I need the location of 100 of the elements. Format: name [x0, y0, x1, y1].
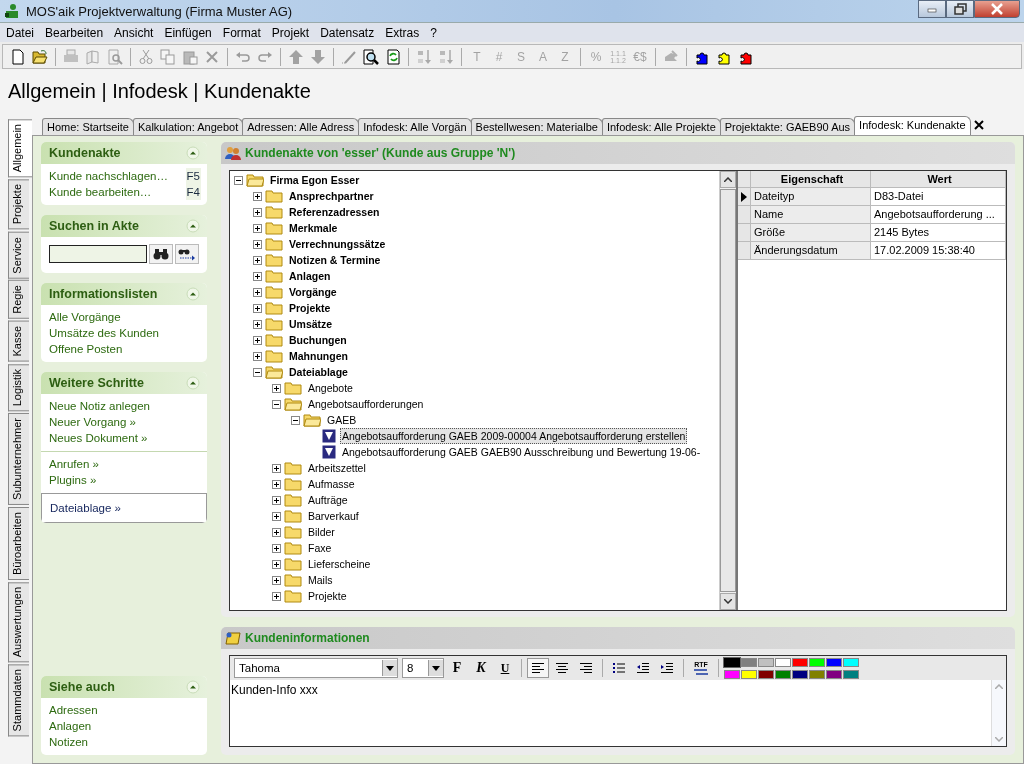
tree-item[interactable]: Aufträge — [306, 492, 350, 508]
tree-item[interactable]: Verrechnungssätze — [287, 236, 388, 252]
tree-item[interactable]: Arbeitszettel — [306, 460, 368, 476]
tree-item[interactable]: Merkmale — [287, 220, 340, 236]
tree-item[interactable]: Projekte — [306, 588, 349, 604]
document-tab[interactable]: Kalkulation: Angebot — [132, 118, 244, 135]
side-tab[interactable]: Projekte — [8, 179, 29, 230]
expander-icon[interactable] — [253, 207, 262, 217]
side-tab[interactable]: Regie — [8, 280, 29, 320]
expander-icon[interactable] — [253, 367, 262, 377]
expander-icon[interactable] — [291, 415, 300, 425]
expander-icon[interactable] — [272, 575, 281, 585]
font-select[interactable]: Tahoma — [234, 658, 398, 678]
menu-item[interactable]: Einfügen — [158, 25, 217, 40]
format-button[interactable]: U — [494, 658, 516, 678]
document-tab[interactable]: Projektakte: GAEB90 Aus — [719, 118, 856, 135]
sidebar-link[interactable]: Notizen — [49, 734, 88, 750]
menu-item[interactable]: Format — [216, 25, 266, 40]
expander-icon[interactable] — [272, 399, 281, 409]
search-button[interactable] — [149, 244, 173, 264]
expander-icon[interactable] — [253, 223, 262, 233]
tree-item[interactable]: GAEB — [325, 412, 359, 428]
expander-icon[interactable] — [272, 559, 281, 569]
sidebar-link[interactable]: Neue Notiz anlegen — [49, 398, 150, 414]
color-swatch[interactable] — [741, 657, 757, 667]
sidebar-link[interactable]: Anrufen » — [49, 456, 99, 472]
expander-icon[interactable] — [253, 255, 262, 265]
tree-item[interactable]: Notizen & Termine — [287, 252, 383, 268]
menu-item[interactable]: Extras — [379, 25, 425, 40]
tree-item[interactable]: Mahnungen — [287, 348, 350, 364]
row-header[interactable] — [738, 188, 751, 205]
color-swatch[interactable] — [792, 669, 808, 679]
format-button[interactable]: F — [446, 658, 468, 678]
tree-item[interactable]: Buchungen — [287, 332, 349, 348]
tree-item[interactable]: Bilder — [306, 524, 337, 540]
expander-icon[interactable] — [253, 303, 262, 313]
side-tab[interactable]: Logistik — [8, 363, 29, 411]
tree-item[interactable]: Dateiablage — [287, 364, 350, 380]
tree-item[interactable]: Ansprechpartner — [287, 188, 376, 204]
minimize-button[interactable] — [918, 0, 946, 18]
document-tab[interactable]: Infodesk: Kundenakte — [854, 116, 971, 135]
sidebar-link[interactable]: Neuer Vorgang » — [49, 414, 136, 430]
side-tab[interactable]: Allgemein — [8, 119, 32, 178]
tree-item[interactable]: Aufmasse — [306, 476, 357, 492]
sidebar-link[interactable]: Dateiablage » — [50, 500, 121, 516]
search-next-button[interactable] — [175, 244, 199, 264]
color-swatch[interactable] — [758, 669, 774, 679]
expander-icon[interactable] — [253, 335, 262, 345]
sidebar-link[interactable]: Offene Posten — [49, 341, 123, 357]
color-swatch[interactable] — [843, 657, 859, 667]
color-swatch[interactable] — [843, 669, 859, 679]
tree-item[interactable]: Angebote — [306, 380, 355, 396]
color-swatch[interactable] — [792, 657, 808, 667]
color-swatch[interactable] — [826, 669, 842, 679]
document-tab[interactable]: Home: Startseite — [42, 118, 134, 135]
side-tab[interactable]: Subunternehmer — [8, 413, 29, 505]
expander-icon[interactable] — [253, 239, 262, 249]
sidebar-link[interactable]: Adressen — [49, 702, 98, 718]
side-tab[interactable]: Stammdaten — [8, 664, 29, 737]
expander-icon[interactable] — [253, 319, 262, 329]
column-header[interactable]: Wert — [871, 171, 1006, 187]
color-swatch[interactable] — [826, 657, 842, 667]
tree-item[interactable]: Vorgänge — [287, 284, 339, 300]
color-swatch[interactable] — [775, 669, 791, 679]
sidebar-link[interactable]: Neues Dokument » — [49, 430, 148, 446]
collapse-icon[interactable] — [186, 146, 200, 160]
expander-icon[interactable] — [234, 175, 243, 185]
size-select[interactable]: 8 — [402, 658, 444, 678]
maximize-button[interactable] — [946, 0, 974, 18]
align-button[interactable] — [527, 658, 549, 678]
expander-icon[interactable] — [253, 351, 262, 361]
expander-icon[interactable] — [272, 543, 281, 553]
expander-icon[interactable] — [272, 527, 281, 537]
scroll-up-button[interactable] — [720, 171, 736, 188]
menu-item[interactable]: Datei — [0, 25, 39, 40]
collapse-icon[interactable] — [186, 219, 200, 233]
sidebar-link[interactable]: Umsätze des Kunden — [49, 325, 159, 341]
color-swatch[interactable] — [809, 669, 825, 679]
sidebar-link[interactable]: Alle Vorgänge — [49, 309, 121, 325]
tree-item[interactable]: Firma Egon Esser — [268, 172, 362, 188]
tree-item[interactable]: Lieferscheine — [306, 556, 373, 572]
column-header[interactable]: Eigenschaft — [751, 171, 871, 187]
tree-item[interactable]: Barverkauf — [306, 508, 361, 524]
menu-item[interactable]: Datensatz — [314, 25, 380, 40]
expander-icon[interactable] — [272, 495, 281, 505]
document-tab[interactable]: Bestellwesen: Materialbe — [470, 118, 603, 135]
sidebar-link[interactable]: Kunde bearbeiten… — [49, 184, 152, 200]
document-tab[interactable]: Infodesk: Alle Vorgän — [358, 118, 472, 135]
scroll-down-button[interactable] — [720, 593, 736, 610]
color-swatch[interactable] — [775, 657, 791, 667]
document-tab[interactable]: Infodesk: Alle Projekte — [601, 118, 721, 135]
sidebar-link[interactable]: Kunde nachschlagen… — [49, 168, 168, 184]
close-button[interactable] — [974, 0, 1020, 18]
collapse-icon[interactable] — [186, 680, 200, 694]
tree-item[interactable]: Faxe — [306, 540, 334, 556]
side-tab[interactable]: Kasse — [8, 321, 29, 362]
sidebar-link[interactable]: Plugins » — [49, 472, 97, 488]
tree-item[interactable]: Angebotsaufforderung GAEB GAEB90 Ausschreibung und Bewertung 19-06- — [340, 444, 703, 460]
menu-item[interactable]: Ansicht — [108, 25, 159, 40]
expander-icon[interactable] — [253, 271, 262, 281]
